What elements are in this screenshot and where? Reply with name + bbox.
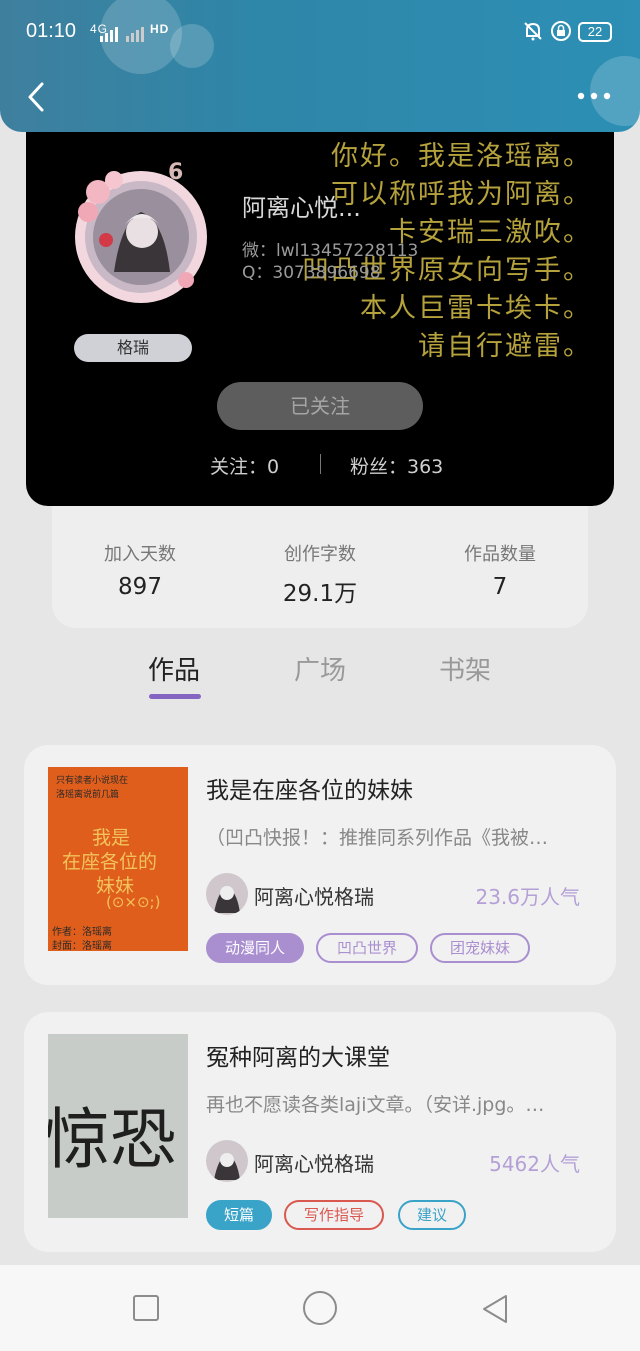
triangle-back-icon[interactable] — [480, 1293, 510, 1325]
bell-muted-icon — [522, 20, 544, 42]
author-avatar — [206, 873, 248, 915]
rotation-lock-icon — [550, 20, 572, 42]
tab-indicator — [149, 694, 201, 699]
follow-button[interactable]: 已关注 — [217, 382, 423, 430]
stats-panel: 加入天数 897 创作字数 29.1万 作品数量 7 — [52, 506, 588, 628]
tag-chip[interactable]: 建议 — [398, 1200, 466, 1230]
stat-works-count: 作品数量 7 — [464, 544, 536, 600]
author-name: 阿离心悦格瑞 — [254, 885, 374, 909]
divider — [320, 454, 321, 474]
work-cover[interactable]: 只有读者小说现在 洛瑶离说前几篇 我是 在座各位的 妹妹 (⊙×⊙;) 作者：洛… — [48, 767, 188, 951]
tag-chip[interactable]: 凹凸世界 — [316, 933, 418, 963]
tag-chip[interactable]: 写作指导 — [284, 1200, 384, 1230]
work-card[interactable]: 惊恐 冤种阿离的大课堂 再也不愿读各类laji文章。（安详.jpg。… 阿离心悦… — [24, 1012, 616, 1252]
tag-chip[interactable]: 团宠妹妹 — [430, 933, 530, 963]
nickname: 阿离心悦... — [242, 194, 361, 222]
back-button[interactable] — [22, 80, 52, 114]
tag-chip[interactable]: 短篇 — [206, 1200, 272, 1230]
system-navbar — [0, 1265, 640, 1351]
qq-contact: Q：3073896698 — [242, 263, 381, 283]
profile-avatar[interactable] — [66, 162, 216, 312]
stat-word-count: 创作字数 29.1万 — [282, 544, 358, 607]
popularity: 23.6万人气 — [475, 885, 580, 909]
top-header: 01:10 4G HD 22 — [0, 0, 640, 132]
work-title[interactable]: 冤种阿离的大课堂 — [206, 1038, 390, 1072]
work-description: 再也不愿读各类laji文章。（安详.jpg。… — [206, 1094, 545, 1116]
more-dots-icon[interactable] — [576, 86, 612, 106]
battery-indicator: 22 — [578, 22, 612, 42]
circle-icon[interactable] — [303, 1291, 337, 1325]
work-description: （凹凸快报！：推推同系列作品《我被… — [206, 827, 549, 849]
signal-bars-icon — [100, 26, 148, 47]
network-type: HD — [150, 22, 170, 36]
following-count[interactable]: 关注：0 — [210, 452, 279, 479]
tab-square[interactable]: 广场 — [294, 650, 346, 687]
stat-join-days: 加入天数 897 — [104, 544, 176, 600]
tab-works[interactable]: 作品 — [148, 650, 200, 687]
popularity: 5462人气 — [489, 1152, 580, 1176]
status-time: 01:10 — [26, 20, 77, 42]
tab-bookshelf[interactable]: 书架 — [439, 650, 491, 687]
status-bar: 01:10 4G HD 22 — [0, 14, 640, 50]
fans-count[interactable]: 粉丝：363 — [350, 452, 443, 479]
profile-tag: 格瑞 — [74, 334, 192, 362]
tag-chip[interactable]: 动漫同人 — [206, 933, 304, 963]
work-cover[interactable]: 惊恐 — [48, 1034, 188, 1218]
square-icon[interactable] — [133, 1295, 159, 1321]
work-card[interactable]: 只有读者小说现在 洛瑶离说前几篇 我是 在座各位的 妹妹 (⊙×⊙;) 作者：洛… — [24, 745, 616, 985]
level-badge: 6 — [168, 160, 184, 185]
work-title[interactable]: 我是在座各位的妹妹 — [206, 771, 413, 805]
author-avatar — [206, 1140, 248, 1182]
author-name: 阿离心悦格瑞 — [254, 1152, 374, 1176]
profile-card: 你好。我是洛瑶离。 可以称呼我为阿离。 卡安瑞三激吹。 凹凸世界原女向写手。 本… — [26, 110, 614, 506]
